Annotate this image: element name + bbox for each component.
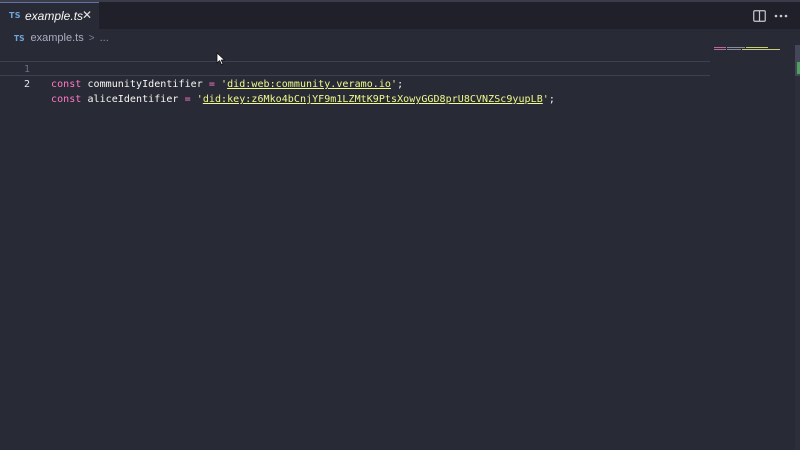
keyword: const — [51, 94, 82, 105]
string-link[interactable]: did:web:community.veramo.io — [227, 79, 391, 90]
identifier: aliceIdentifier — [87, 94, 179, 105]
editor-window: TS example.ts ✕ TS example.ts > ... 1 co… — [0, 0, 800, 450]
breadcrumb-file[interactable]: example.ts — [31, 32, 84, 44]
more-actions-button[interactable] — [772, 8, 790, 23]
minimap-line — [746, 47, 768, 48]
minimap-line — [742, 49, 780, 50]
terminator: ; — [548, 94, 555, 105]
operator: = — [208, 79, 215, 90]
code-line-current[interactable]: 2 const aliceIdentifier = 'did:key:z6Mko… — [0, 61, 710, 105]
string-link[interactable]: did:key:z6Mko4bCnjYF9m1LZMtK9PtsXowyGGD8… — [203, 94, 543, 105]
code-content: const communityIdentifier = 'did:web:com… — [51, 77, 403, 92]
breadcrumb: TS example.ts > ... — [14, 31, 109, 45]
tab-bar: TS example.ts ✕ — [0, 2, 800, 29]
typescript-file-icon: TS — [14, 33, 25, 43]
line-number: 2 — [23, 79, 30, 90]
editor-actions — [746, 8, 790, 23]
code-editor[interactable]: 1 const communityIdentifier = 'did:web:c… — [0, 45, 710, 450]
minimap-line — [714, 49, 726, 50]
mouse-cursor-icon — [216, 52, 225, 65]
minimap-line — [714, 47, 726, 48]
minimap[interactable] — [712, 45, 784, 53]
code-line[interactable]: 1 const communityIdentifier = 'did:web:c… — [0, 47, 710, 90]
split-editor-button[interactable] — [750, 8, 768, 23]
minimap-line — [727, 47, 745, 48]
split-editor-icon — [752, 9, 766, 22]
close-icon[interactable]: ✕ — [81, 8, 93, 22]
operator: = — [184, 94, 191, 105]
terminator: ; — [397, 79, 404, 90]
tab-title: example.ts — [25, 9, 84, 23]
minimap-line — [727, 49, 741, 50]
chevron-right-icon: > — [88, 32, 95, 44]
typescript-file-icon: TS — [9, 11, 21, 20]
keyword: const — [51, 79, 82, 90]
more-actions-icon — [774, 14, 788, 17]
identifier: communityIdentifier — [87, 79, 203, 90]
tab-example-ts[interactable]: TS example.ts ✕ — [0, 2, 99, 29]
code-content: const aliceIdentifier = 'did:key:z6Mko4b… — [51, 92, 555, 107]
breadcrumb-more[interactable]: ... — [100, 32, 109, 44]
vertical-scrollbar[interactable] — [795, 45, 800, 450]
